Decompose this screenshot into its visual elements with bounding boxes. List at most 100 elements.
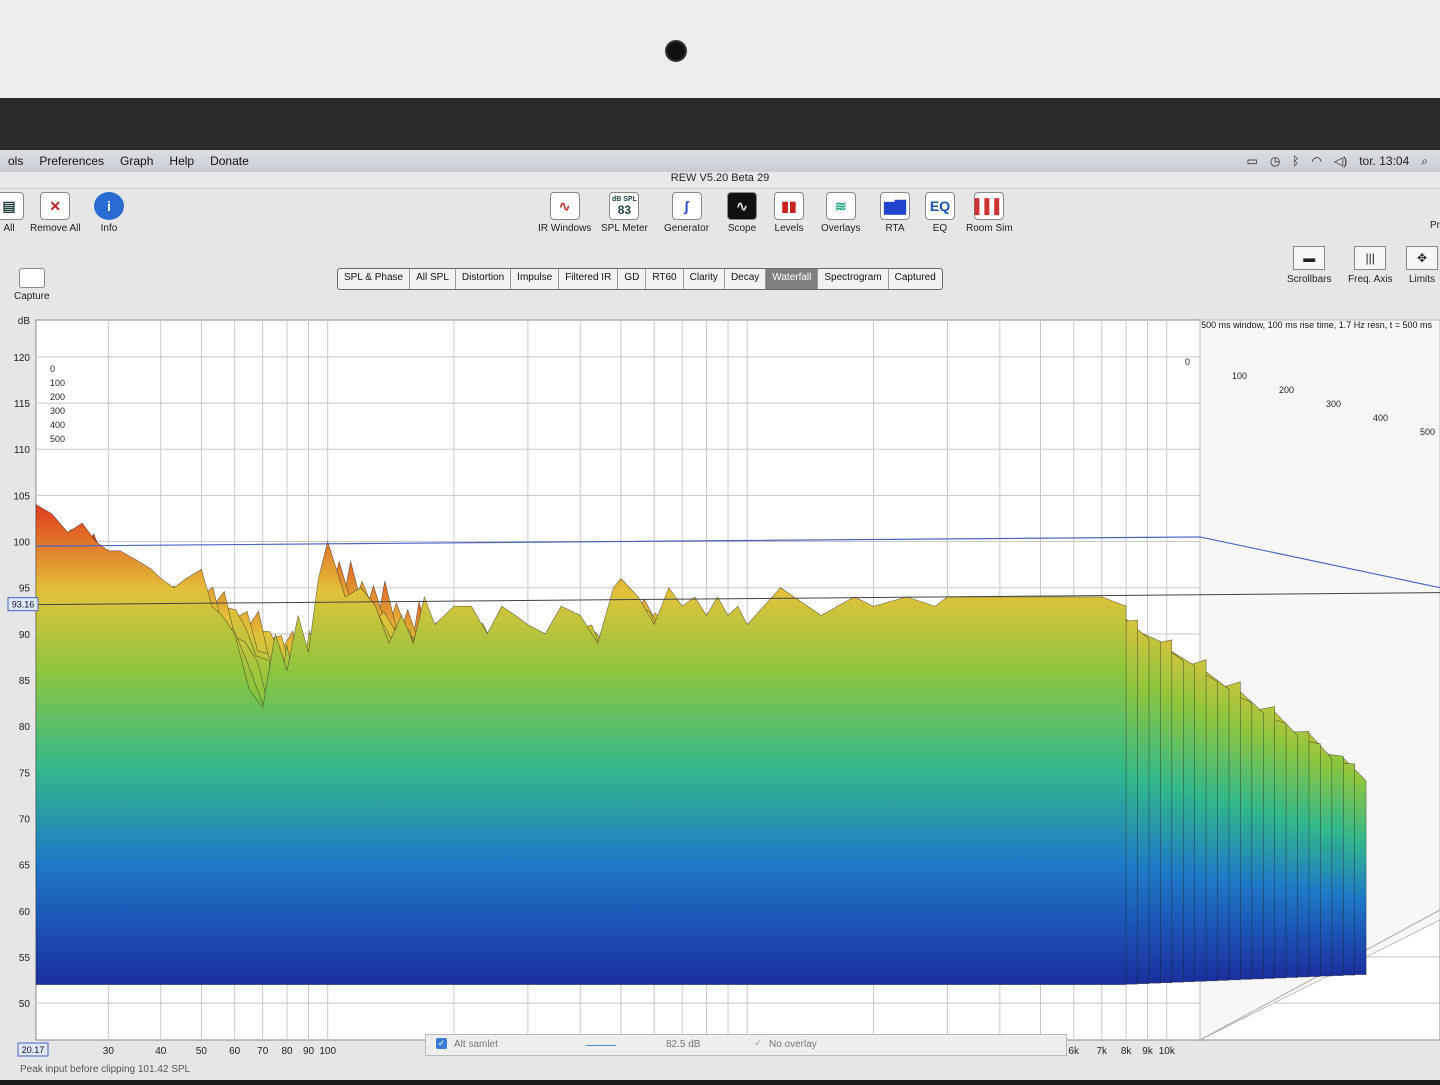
- tab-all-spl[interactable]: All SPL: [410, 269, 456, 289]
- room-sim-label: Room Sim: [966, 223, 1013, 234]
- info-button[interactable]: i Info: [94, 192, 124, 234]
- scrollbars-icon: ▬: [1293, 246, 1326, 270]
- tab-clarity[interactable]: Clarity: [684, 269, 725, 289]
- capture-button[interactable]: Capture: [14, 268, 50, 302]
- menu-graph[interactable]: Graph: [112, 154, 161, 168]
- x-tick-label: 80: [281, 1046, 293, 1057]
- y-tick-label: 55: [19, 953, 31, 964]
- legend-bar: ✓ Alt samlet 82.5 dB ✓ No overlay: [425, 1034, 1067, 1056]
- legend-value: 82.5 dB: [666, 1039, 701, 1050]
- main-toolbar: ▤ All ✕ Remove All i Info ∿ IR Windows d…: [0, 188, 1440, 248]
- room-sim-button[interactable]: ▌▌▌ Room Sim: [966, 192, 1013, 234]
- time-axis-label-left: 0: [50, 364, 55, 374]
- display-icon[interactable]: ▭: [1246, 154, 1257, 168]
- time-machine-icon[interactable]: ◷: [1270, 154, 1280, 168]
- ir-windows-label: IR Windows: [538, 223, 592, 234]
- rew-window: REW V5.20 Beta 29 ▤ All ✕ Remove All i I…: [0, 172, 1440, 1080]
- y-tick-label: 95: [19, 584, 31, 595]
- all-button[interactable]: ▤ All: [0, 192, 24, 234]
- limits-icon: ✥: [1406, 246, 1438, 270]
- x-tick-label: 7k: [1097, 1046, 1109, 1057]
- x-tick-label: 8k: [1121, 1046, 1133, 1057]
- overlay-check-icon: ✓: [754, 1038, 763, 1049]
- clock[interactable]: tor. 13:04: [1359, 154, 1409, 168]
- status-text: Peak input before clipping 101.42 SPL: [20, 1064, 191, 1075]
- generator-icon: ∫: [671, 192, 702, 220]
- x-tick-label: 90: [303, 1046, 315, 1057]
- graph-tabs: SPL & Phase All SPL Distortion Impulse F…: [337, 268, 943, 290]
- time-axis-label-left: 100: [50, 378, 65, 388]
- camera-icon: [665, 40, 687, 62]
- tab-impulse[interactable]: Impulse: [511, 269, 560, 289]
- x-start-label: 20.17: [22, 1045, 45, 1055]
- x-tick-label: 6k: [1068, 1046, 1080, 1057]
- bluetooth-icon[interactable]: ᛒ: [1292, 154, 1299, 168]
- y-tick-label: 115: [14, 399, 30, 410]
- scrollbars-button[interactable]: ▬ Scrollbars: [1287, 246, 1331, 285]
- generator-button[interactable]: ∫ Generator: [664, 192, 709, 234]
- tab-waterfall[interactable]: Waterfall: [766, 269, 819, 289]
- menu-help[interactable]: Help: [161, 154, 202, 168]
- eq-icon: EQ: [925, 192, 955, 220]
- overlays-button[interactable]: ≋ Overlays: [821, 192, 860, 234]
- ir-windows-icon: ∿: [549, 192, 580, 220]
- eq-button[interactable]: EQ EQ: [925, 192, 955, 234]
- wifi-icon[interactable]: ◠: [1312, 154, 1322, 168]
- tab-filtered-ir[interactable]: Filtered IR: [559, 269, 619, 289]
- x-tick-label: 60: [229, 1046, 241, 1057]
- menu-donate[interactable]: Donate: [202, 154, 257, 168]
- time-axis-label-right: 500: [1420, 427, 1435, 437]
- time-axis-label-right: 100: [1232, 371, 1247, 381]
- tab-spectrogram[interactable]: Spectrogram: [818, 269, 889, 289]
- x-tick-label: 50: [196, 1046, 208, 1057]
- spotlight-search-icon[interactable]: ⌕: [1421, 154, 1428, 169]
- waterfall-info-label: 500 ms window, 100 ms rise time, 1.7 Hz …: [1201, 320, 1432, 330]
- eq-label: EQ: [932, 223, 948, 234]
- spl-meter-icon: dB SPL 83: [609, 192, 640, 220]
- status-bar: Peak input before clipping 101.42 SPL: [0, 1060, 1440, 1080]
- tab-gd[interactable]: GD: [618, 269, 647, 289]
- time-axis-label-left: 200: [50, 392, 65, 402]
- x-tick-label: 100: [319, 1046, 336, 1057]
- tab-captured[interactable]: Captured: [889, 269, 942, 289]
- remove-all-icon: ✕: [40, 192, 71, 220]
- y-tick-label: 120: [13, 353, 30, 364]
- time-axis-label-right: 400: [1373, 413, 1388, 423]
- menu-preferences[interactable]: Preferences: [31, 154, 112, 168]
- tab-decay[interactable]: Decay: [725, 269, 767, 289]
- overlays-icon: ≋: [825, 192, 856, 220]
- legend-label: Alt samlet: [454, 1039, 498, 1050]
- preferences-label-clipped[interactable]: Pr: [1430, 220, 1440, 231]
- rta-button[interactable]: ▆▇ RTA: [880, 192, 910, 234]
- scope-button[interactable]: ∿ Scope: [727, 192, 757, 234]
- limits-button[interactable]: ✥ Limits: [1406, 246, 1438, 285]
- time-axis-label-right: 0: [1185, 357, 1190, 367]
- capture-label: Capture: [14, 291, 50, 302]
- waterfall-graph[interactable]: 3040506070809010020030040050060070080090…: [0, 310, 1440, 1080]
- info-label: Info: [100, 223, 118, 234]
- time-axis-label-left: 400: [50, 420, 65, 430]
- y-tick-label: 70: [19, 814, 31, 825]
- waterfall-chart[interactable]: 3040506070809010020030040050060070080090…: [0, 310, 1440, 1080]
- ir-windows-button[interactable]: ∿ IR Windows: [538, 192, 591, 234]
- scrollbars-label: Scrollbars: [1287, 274, 1332, 285]
- freq-axis-button[interactable]: ||| Freq. Axis: [1348, 246, 1392, 285]
- overlays-label: Overlays: [821, 223, 861, 234]
- spl-meter-button[interactable]: dB SPL 83 SPL Meter: [601, 192, 648, 234]
- levels-label: Levels: [774, 223, 804, 234]
- volume-icon[interactable]: ◁): [1334, 154, 1347, 168]
- camera-capture-icon: [18, 268, 45, 288]
- y-tick-label: 90: [19, 630, 31, 641]
- y-tick-label: 80: [19, 722, 31, 733]
- y-tick-label: 105: [13, 491, 30, 502]
- y-tick-label: 110: [14, 445, 30, 456]
- scope-label: Scope: [727, 223, 757, 234]
- tab-rt60[interactable]: RT60: [646, 269, 684, 289]
- tab-spl-phase[interactable]: SPL & Phase: [338, 269, 411, 289]
- tab-distortion[interactable]: Distortion: [456, 269, 512, 289]
- menu-tools[interactable]: ols: [0, 154, 31, 168]
- spl-meter-label: SPL Meter: [601, 223, 648, 234]
- remove-all-button[interactable]: ✕ Remove All: [30, 192, 81, 234]
- levels-button[interactable]: ▮▮ Levels: [774, 192, 804, 234]
- legend-checkbox[interactable]: ✓: [436, 1038, 447, 1049]
